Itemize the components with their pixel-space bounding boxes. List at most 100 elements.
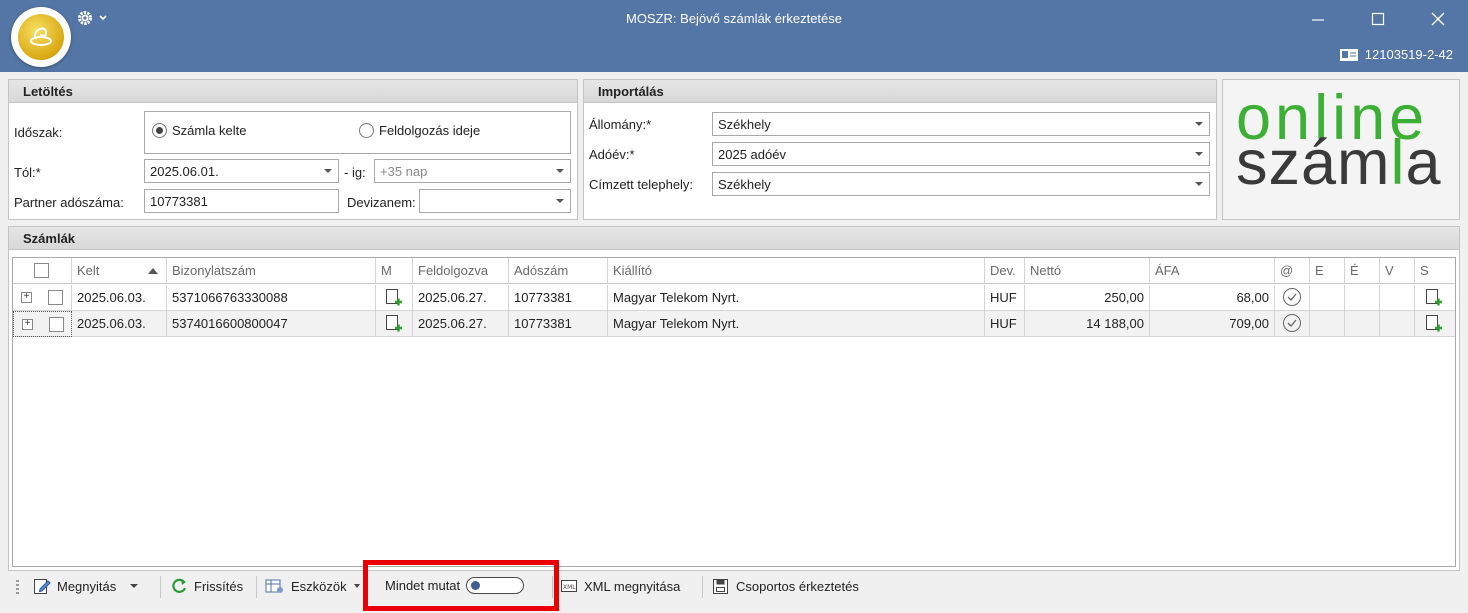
cell-afa: 709,00 [1150, 311, 1275, 337]
cell-e-accent [1345, 311, 1380, 337]
radio-feldolgozas-ideje-dot[interactable] [359, 123, 374, 138]
select-all-checkbox[interactable] [34, 263, 49, 278]
megnyitas-label: Megnyitás [57, 578, 117, 594]
col-header-e[interactable]: E [1310, 258, 1345, 284]
table-row[interactable]: + 2025.06.03. 5374016600800047 2025.06.2… [13, 311, 1455, 337]
edit-document-icon [34, 579, 51, 594]
eszkozok-label: Eszközök [291, 578, 347, 594]
partner-adoszam-field[interactable]: 10773381 [144, 189, 339, 213]
allomany-label: Állomány:* [589, 117, 652, 132]
chevron-down-icon[interactable] [1195, 152, 1203, 156]
devizanem-select[interactable] [419, 189, 571, 213]
check-circle-icon [1283, 314, 1301, 332]
allomany-select[interactable]: Székhely [712, 112, 1210, 136]
frissites-label: Frissítés [194, 578, 244, 594]
col-header-kelt[interactable]: Kelt [72, 258, 167, 284]
table-row[interactable]: + 2025.06.03. 5371066763330088 2025.06.2… [13, 285, 1455, 311]
cell-s [1415, 311, 1455, 337]
col-header-s[interactable]: S [1415, 258, 1455, 284]
cell-e-accent [1345, 285, 1380, 311]
refresh-icon [172, 578, 187, 593]
frissites-button[interactable]: Frissítés [170, 577, 243, 595]
radio-feldolgozas-ideje[interactable]: Feldolgozás ideje [359, 123, 480, 138]
invoice-grid[interactable]: Kelt Bizonylatszám M Feldolgozva Adószám… [12, 257, 1456, 567]
tol-date-value: 2025.06.01. [150, 164, 219, 179]
window-title: MOSZR: Bejövő számlák érkeztetése [625, 11, 843, 26]
add-document-icon[interactable] [385, 288, 403, 308]
col-header-adoszam[interactable]: Adószám [509, 258, 608, 284]
col-header-dev[interactable]: Dev. [985, 258, 1025, 284]
chevron-down-icon[interactable] [556, 199, 564, 203]
add-document-icon[interactable] [385, 314, 403, 334]
cell-m [376, 285, 413, 311]
adoev-value: 2025 adóév [718, 147, 786, 162]
select-all-cell[interactable] [13, 258, 72, 284]
cell-e [1310, 285, 1345, 311]
chevron-down-icon[interactable] [128, 581, 140, 591]
cell-email [1275, 311, 1310, 337]
cell-email [1275, 285, 1310, 311]
toolbar-grip[interactable] [16, 580, 19, 594]
col-header-m[interactable]: M [376, 258, 413, 284]
col-header-e-accent[interactable]: É [1345, 258, 1380, 284]
ig-date-field[interactable]: +35 nap [374, 159, 571, 183]
radio-szamla-kelte[interactable]: Számla kelte [152, 123, 246, 138]
ig-label: - ig: [344, 165, 366, 180]
telephely-select[interactable]: Székhely [712, 172, 1210, 196]
chevron-down-icon[interactable] [1195, 182, 1203, 186]
cell-dev: HUF [985, 285, 1025, 311]
cell-s [1415, 285, 1455, 311]
archive-box-icon [713, 579, 728, 594]
bottom-toolbar: Megnyitás Frissítés Eszközök Mindet muta… [0, 570, 1468, 602]
eszkozok-button[interactable]: Eszközök [265, 577, 361, 595]
expand-icon[interactable]: + [21, 292, 32, 303]
col-header-kiallito[interactable]: Kiállító [608, 258, 985, 284]
expand-icon[interactable]: + [22, 319, 33, 330]
telephely-value: Székhely [718, 177, 771, 192]
col-header-netto[interactable]: Nettó [1025, 258, 1150, 284]
add-document-icon[interactable] [1425, 288, 1443, 308]
maximize-button[interactable] [1365, 8, 1391, 30]
cell-afa: 68,00 [1150, 285, 1275, 311]
check-circle-icon [1283, 288, 1301, 306]
chevron-down-icon[interactable] [324, 169, 332, 173]
col-header-v[interactable]: V [1380, 258, 1415, 284]
col-header-email[interactable]: @ [1275, 258, 1310, 284]
chevron-down-icon[interactable] [1195, 122, 1203, 126]
add-document-icon[interactable] [1425, 314, 1443, 334]
cell-feldolgozva: 2025.06.27. [413, 311, 509, 337]
cell-bizonylatszam: 5374016600800047 [167, 311, 376, 337]
chevron-down-icon[interactable] [353, 581, 361, 591]
cell-netto: 250,00 [1025, 285, 1150, 311]
close-button[interactable] [1425, 8, 1451, 30]
row-checkbox[interactable] [49, 317, 64, 332]
telephely-label: Címzett telephely: [589, 177, 694, 192]
sort-ascending-icon [148, 268, 158, 274]
highlight-box [363, 560, 559, 611]
radio-szamla-kelte-dot[interactable] [152, 123, 167, 138]
col-header-feldolgozva[interactable]: Feldolgozva [413, 258, 509, 284]
csoportos-erkeztetes-button[interactable]: Csoportos érkeztetés [712, 577, 859, 595]
user-id-text: 12103519-2-42 [1364, 47, 1453, 62]
minimize-button[interactable] [1305, 8, 1331, 30]
cell-adoszam: 10773381 [509, 285, 608, 311]
cell-netto: 14 188,00 [1025, 311, 1150, 337]
xml-file-icon: XML [561, 580, 577, 592]
importalas-header: Importálás [584, 80, 1216, 103]
row-checkbox[interactable] [48, 290, 63, 305]
importalas-panel: Importálás Állomány:* Székhely Adóév:* 2… [583, 79, 1217, 220]
cell-bizonylatszam: 5371066763330088 [167, 285, 376, 311]
xml-megnyitasa-button[interactable]: XML XML megnyitása [560, 577, 680, 595]
cell-v [1380, 285, 1415, 311]
allomany-value: Székhely [718, 117, 771, 132]
adoev-select[interactable]: 2025 adóév [712, 142, 1210, 166]
col-header-bizonylatszam[interactable]: Bizonylatszám [167, 258, 376, 284]
cell-feldolgozva: 2025.06.27. [413, 285, 509, 311]
chevron-down-icon[interactable] [556, 169, 564, 173]
col-header-afa[interactable]: ÁFA [1150, 258, 1275, 284]
megnyitas-button[interactable]: Megnyitás [33, 577, 140, 595]
user-id-badge: 12103519-2-42 [1339, 47, 1453, 62]
partner-adoszam-value: 10773381 [150, 194, 208, 209]
letoltes-header: Letöltés [9, 80, 577, 103]
tol-date-field[interactable]: 2025.06.01. [144, 159, 339, 183]
